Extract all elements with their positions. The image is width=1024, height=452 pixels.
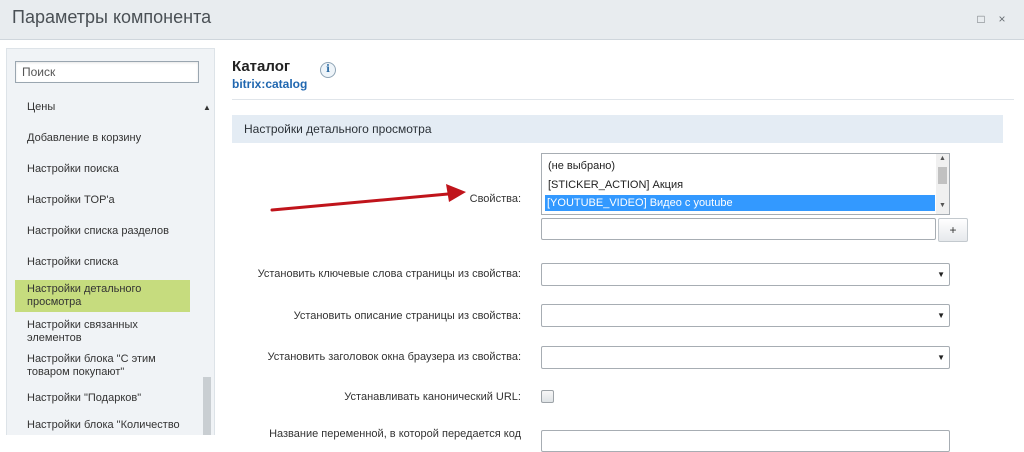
variable-name-label: Название переменной, в которой передаетс… — [269, 428, 521, 440]
chevron-down-icon: ▼ — [937, 270, 945, 279]
browser-title-label: Установить заголовок окна браузера из св… — [267, 351, 521, 363]
canonical-url-checkbox[interactable] — [541, 390, 554, 403]
chevron-down-icon: ▼ — [937, 353, 945, 362]
browser-title-select[interactable]: ▼ — [541, 346, 950, 369]
keywords-label: Установить ключевые слова страницы из св… — [257, 268, 521, 280]
keywords-select[interactable]: ▼ — [541, 263, 950, 286]
description-label: Установить описание страницы из свойства… — [293, 310, 521, 322]
canonical-url-label: Устанавливать канонический URL: — [344, 391, 521, 403]
chevron-down-icon: ▼ — [937, 311, 945, 320]
description-select[interactable]: ▼ — [541, 304, 950, 327]
variable-name-input[interactable] — [541, 430, 950, 452]
